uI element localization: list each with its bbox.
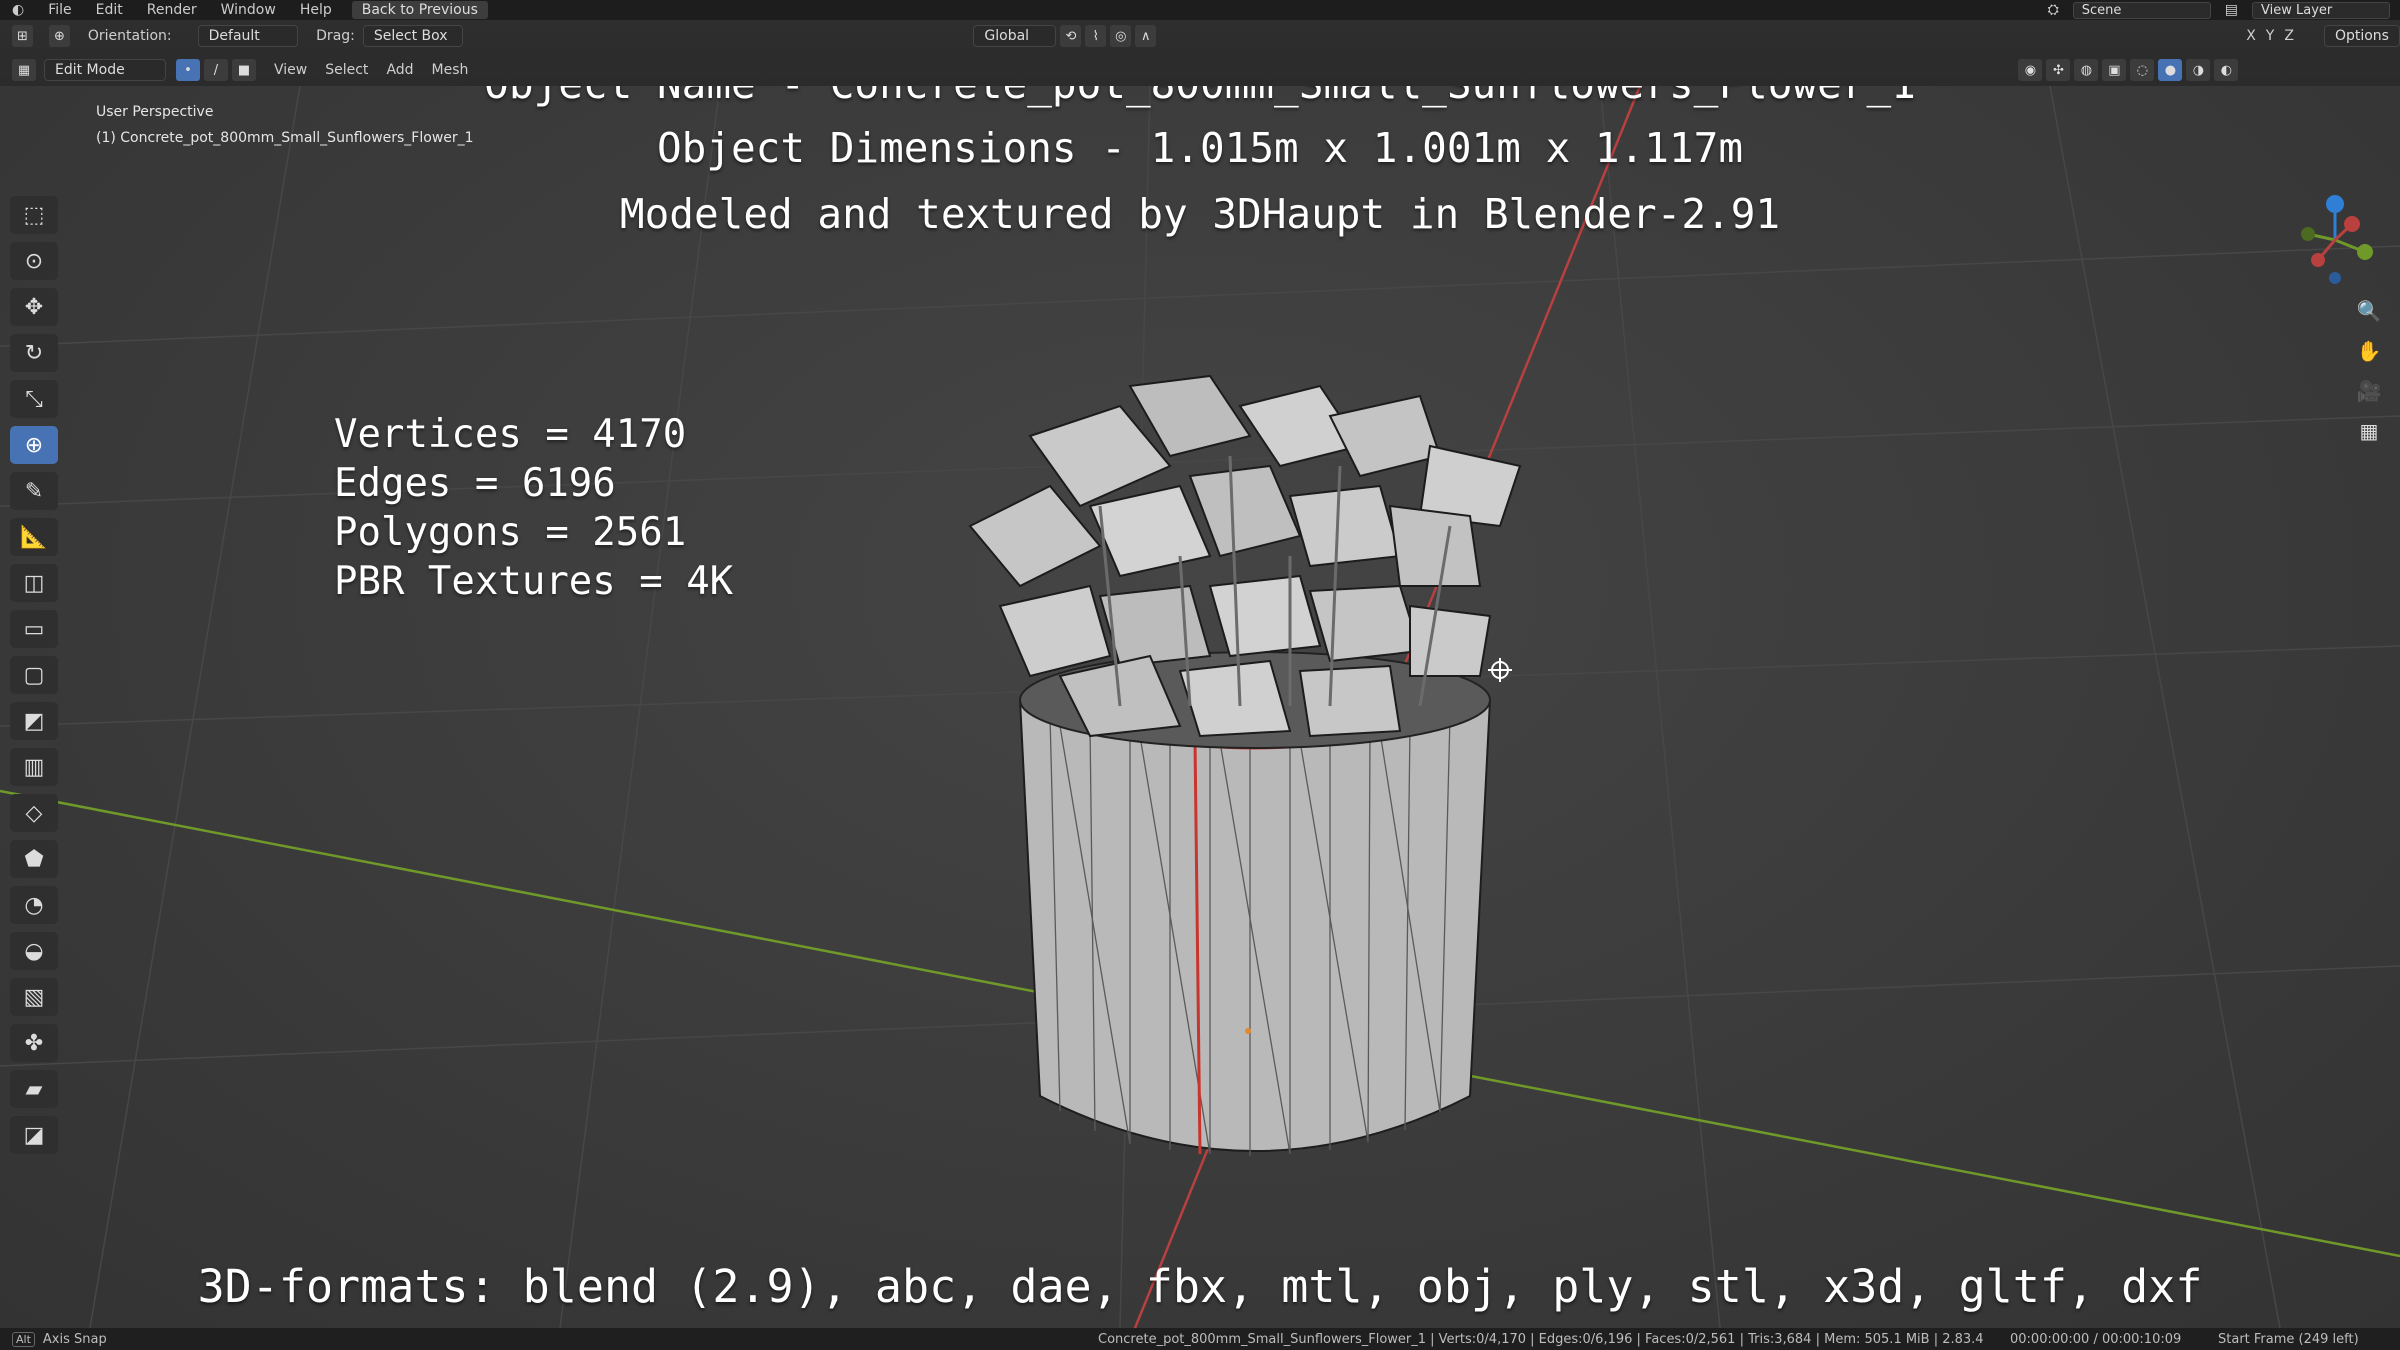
- shading-wireframe-icon[interactable]: ◌: [2130, 59, 2155, 81]
- menu-render[interactable]: Render: [135, 2, 209, 18]
- overlay-toggle-icon[interactable]: ◍: [2074, 59, 2099, 81]
- axis-snap-hint: Axis Snap: [42, 1331, 107, 1347]
- xray-toggle-icon[interactable]: ▣: [2102, 59, 2127, 81]
- move-tool-icon[interactable]: ✥: [10, 288, 58, 326]
- axis-z-toggle[interactable]: Z: [2284, 28, 2294, 44]
- viewport-header: ⊞ ⊕ Orientation: Default Drag: Select Bo…: [0, 20, 2400, 86]
- polygons-stat: Polygons = 2561: [334, 510, 687, 555]
- extrude-tool-icon[interactable]: ▭: [10, 610, 58, 648]
- formats-caption: 3D-formats: blend (2.9), abc, dae, fbx, …: [197, 1260, 2203, 1313]
- scale-tool-icon[interactable]: ⤡: [10, 380, 58, 418]
- start-frame-info: Start Frame (249 left): [2218, 1331, 2359, 1347]
- options-dropdown[interactable]: Options: [2323, 25, 2400, 47]
- orientation-label: Orientation:: [87, 28, 172, 44]
- viewport-header-row: ▦ Edit Mode • / ■ View Select Add Mesh ◉…: [0, 54, 2400, 86]
- proportional-edit-icon[interactable]: ◎: [1110, 25, 1132, 47]
- scene-statistics: Concrete_pot_800mm_Small_Sunflowers_Flow…: [1098, 1331, 1984, 1347]
- snap-icon[interactable]: ⌇: [1085, 25, 1107, 47]
- annotate-tool-icon[interactable]: ✎: [10, 472, 58, 510]
- edges-stat: Edges = 6196: [334, 461, 616, 506]
- inset-tool-icon[interactable]: ▢: [10, 656, 58, 694]
- bevel-tool-icon[interactable]: ◩: [10, 702, 58, 740]
- axis-x-toggle[interactable]: X: [2246, 28, 2256, 44]
- navigation-buttons: 🔍 ✋ 🎥 ▦: [2352, 296, 2386, 446]
- shading-rendered-icon[interactable]: ◐: [2214, 59, 2239, 81]
- grid-view-icon[interactable]: ▦: [2352, 416, 2386, 446]
- transform-orientation-dropdown[interactable]: Global: [973, 25, 1057, 47]
- pivot-icon[interactable]: ⟲: [1060, 25, 1082, 47]
- timecode: 00:00:00:00 / 00:00:10:09: [2010, 1331, 2182, 1347]
- gizmo-toggle-icon[interactable]: ✣: [2046, 59, 2071, 81]
- shading-solid-icon[interactable]: ●: [2158, 59, 2183, 81]
- menu-edit[interactable]: Edit: [84, 2, 135, 18]
- menu-file[interactable]: File: [36, 2, 83, 18]
- shading-material-icon[interactable]: ◑: [2186, 59, 2211, 81]
- pan-hand-icon[interactable]: ✋: [2352, 336, 2386, 366]
- poly-build-tool-icon[interactable]: ⬟: [10, 840, 58, 878]
- falloff-icon[interactable]: ∧: [1135, 25, 1157, 47]
- menu-select[interactable]: Select: [325, 62, 368, 78]
- 3d-cursor-icon[interactable]: [1488, 658, 1512, 682]
- author-caption: Modeled and textured by 3DHaupt in Blend…: [619, 190, 1781, 238]
- camera-view-icon[interactable]: 🎥: [2352, 376, 2386, 406]
- textures-stat: PBR Textures = 4K: [334, 559, 734, 604]
- drag-label: Drag:: [316, 28, 355, 44]
- orientation-dropdown[interactable]: Default: [197, 25, 299, 47]
- menu-mesh[interactable]: Mesh: [432, 62, 469, 78]
- blender-logo-icon[interactable]: ◐: [0, 2, 36, 18]
- scene-icon: ⛭: [2047, 2, 2059, 18]
- menu-window[interactable]: Window: [209, 2, 288, 18]
- tool-shelf: ⬚ ⊙ ✥ ↻ ⤡ ⊕ ✎ 📐 ◫ ▭ ▢ ◩ ▥ ◇ ⬟ ◔ ◒ ▧ ✤ ▰ …: [10, 196, 60, 1154]
- mode-icon[interactable]: ▦: [12, 59, 36, 81]
- scene-selector[interactable]: Scene: [2072, 1, 2211, 19]
- menu-help[interactable]: Help: [288, 2, 344, 18]
- add-cube-tool-icon[interactable]: ◫: [10, 564, 58, 602]
- face-select-icon[interactable]: ■: [232, 59, 256, 81]
- alt-key-icon: Alt: [12, 1331, 35, 1347]
- top-menu-bar: ◐ File Edit Render Window Help Back to P…: [0, 0, 2400, 20]
- edge-select-icon[interactable]: /: [204, 59, 228, 81]
- measure-tool-icon[interactable]: 📐: [10, 518, 58, 556]
- shrink-fatten-tool-icon[interactable]: ✤: [10, 1024, 58, 1062]
- topbar-right: ⛭ Scene ▤ View Layer: [2048, 0, 2390, 20]
- spin-tool-icon[interactable]: ◔: [10, 886, 58, 924]
- smooth-tool-icon[interactable]: ◒: [10, 932, 58, 970]
- rotate-tool-icon[interactable]: ↻: [10, 334, 58, 372]
- status-bar: Alt Axis Snap Concrete_pot_800mm_Small_S…: [0, 1328, 2400, 1350]
- mode-dropdown[interactable]: Edit Mode: [44, 59, 166, 81]
- drag-dropdown[interactable]: Select Box: [362, 25, 464, 47]
- active-tool-icon[interactable]: ⊕: [48, 25, 70, 47]
- menu-add[interactable]: Add: [386, 62, 413, 78]
- cursor-tool-icon[interactable]: ⊙: [10, 242, 58, 280]
- 3d-viewport[interactable]: ⬚ ⊙ ✥ ↻ ⤡ ⊕ ✎ 📐 ◫ ▭ ▢ ◩ ▥ ◇ ⬟ ◔ ◒ ▧ ✤ ▰ …: [0, 86, 2400, 1328]
- knife-tool-icon[interactable]: ◇: [10, 794, 58, 832]
- view-layer-icon: ▤: [2224, 2, 2238, 18]
- visibility-icon[interactable]: ◉: [2018, 59, 2043, 81]
- object-name-caption: Object Name - Concrete_pot_800mm_Small_S…: [0, 86, 2400, 108]
- editor-type-icon[interactable]: ⊞: [12, 25, 33, 47]
- back-to-previous-button[interactable]: Back to Previous: [351, 1, 488, 19]
- menu-view[interactable]: View: [274, 62, 307, 78]
- mesh-stats: Vertices = 4170 Edges = 6196 Polygons = …: [334, 410, 733, 606]
- viewport-scene: [0, 86, 2400, 1328]
- transform-tool-icon[interactable]: ⊕: [10, 426, 58, 464]
- vertex-select-icon[interactable]: •: [176, 59, 200, 81]
- loop-cut-tool-icon[interactable]: ▥: [10, 748, 58, 786]
- zoom-icon[interactable]: 🔍: [2352, 296, 2386, 326]
- rip-tool-icon[interactable]: ◪: [10, 1116, 58, 1154]
- vertices-stat: Vertices = 4170: [334, 412, 687, 457]
- axis-y-toggle[interactable]: Y: [2266, 28, 2275, 44]
- view-layer-selector[interactable]: View Layer: [2252, 1, 2390, 19]
- shear-tool-icon[interactable]: ▰: [10, 1070, 58, 1108]
- object-dimensions-caption: Object Dimensions - 1.015m x 1.001m x 1.…: [656, 124, 1744, 172]
- tool-settings-row: ⊞ ⊕ Orientation: Default Drag: Select Bo…: [0, 20, 2400, 52]
- edge-slide-tool-icon[interactable]: ▧: [10, 978, 58, 1016]
